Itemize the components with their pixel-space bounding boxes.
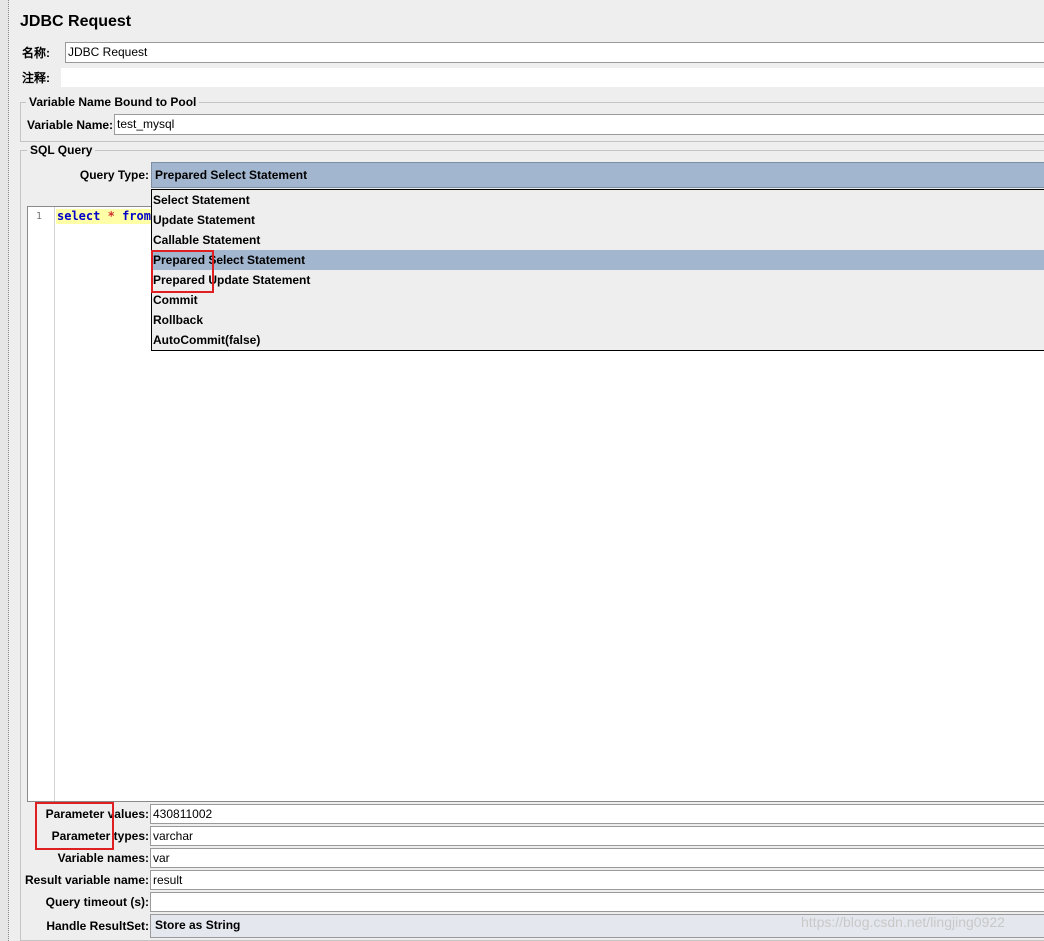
- variable-name-input[interactable]: test_mysql: [114, 114, 1044, 135]
- variable-name-label: Variable Name:: [27, 118, 114, 132]
- tree-panel-edge: [0, 0, 9, 941]
- variable-names-input[interactable]: var: [150, 848, 1044, 868]
- result-variable-name-label: Result variable name:: [24, 873, 149, 887]
- code-line: select * from: [56, 209, 152, 224]
- variable-names-label: Variable names:: [57, 851, 149, 865]
- code-keyword-select: select: [57, 209, 101, 223]
- parameter-types-input[interactable]: varchar: [150, 826, 1044, 846]
- code-keyword-from: from: [122, 209, 151, 223]
- code-operator: *: [107, 209, 115, 223]
- name-input[interactable]: JDBC Request: [65, 42, 1044, 63]
- dropdown-option-prepared-select-statement[interactable]: Prepared Select Statement: [152, 250, 1044, 270]
- dropdown-option-update-statement[interactable]: Update Statement: [152, 210, 1044, 230]
- parameter-values-input[interactable]: 430811002: [150, 804, 1044, 824]
- comment-input[interactable]: [61, 68, 1044, 87]
- query-timeout-input[interactable]: [150, 892, 1044, 912]
- query-type-dropdown-list: Select Statement Update Statement Callab…: [151, 189, 1044, 351]
- editor-gutter: 1: [28, 207, 55, 801]
- handle-resultset-label: Handle ResultSet:: [46, 919, 149, 933]
- dropdown-option-autocommit-false[interactable]: AutoCommit(false): [152, 330, 1044, 350]
- query-type-label: Query Type:: [79, 168, 149, 182]
- parameter-types-label: Parameter types:: [51, 829, 149, 843]
- comment-label: 注释:: [22, 71, 50, 85]
- parameter-values-label: Parameter values:: [45, 807, 149, 821]
- dropdown-option-rollback[interactable]: Rollback: [152, 310, 1044, 330]
- dropdown-option-select-statement[interactable]: Select Statement: [152, 190, 1044, 210]
- dropdown-option-commit[interactable]: Commit: [152, 290, 1044, 310]
- pool-group-legend: Variable Name Bound to Pool: [26, 95, 200, 109]
- dropdown-option-prepared-update-statement[interactable]: Prepared Update Statement: [152, 270, 1044, 290]
- dropdown-option-callable-statement[interactable]: Callable Statement: [152, 230, 1044, 250]
- sql-query-legend: SQL Query: [27, 143, 96, 157]
- line-number: 1: [36, 211, 43, 222]
- query-type-combo[interactable]: Prepared Select Statement: [151, 162, 1044, 188]
- query-timeout-label: Query timeout (s):: [45, 895, 149, 909]
- result-variable-name-input[interactable]: result: [150, 870, 1044, 890]
- watermark: https://blog.csdn.net/lingjing0922: [801, 914, 1005, 930]
- page-title: JDBC Request: [20, 13, 132, 30]
- name-label: 名称:: [22, 46, 50, 60]
